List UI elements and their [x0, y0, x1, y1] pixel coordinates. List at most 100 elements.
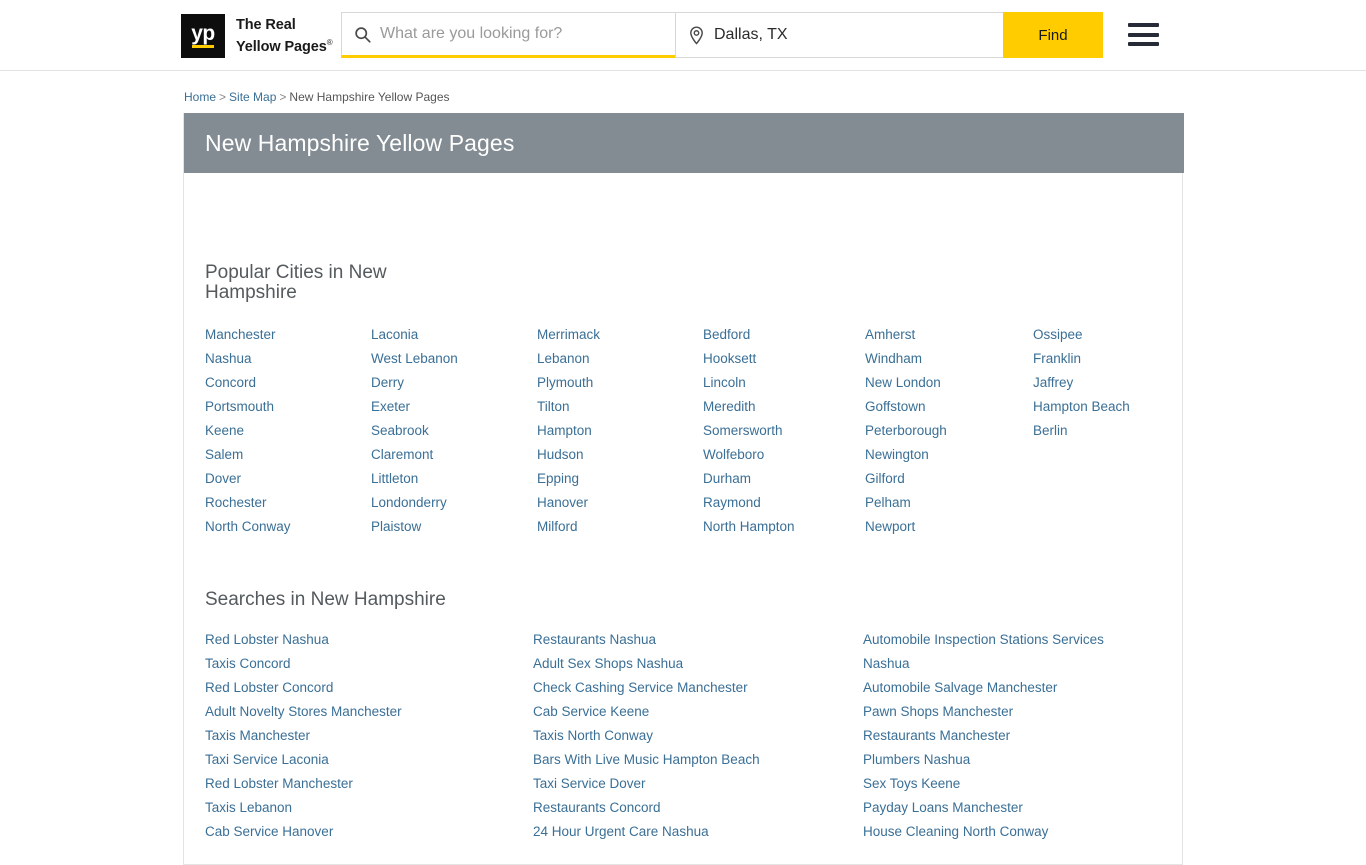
city-link[interactable]: Bedford	[703, 323, 865, 347]
city-link[interactable]: Hooksett	[703, 347, 865, 371]
city-link[interactable]: Plymouth	[537, 371, 703, 395]
city-link[interactable]: Lebanon	[537, 347, 703, 371]
city-link[interactable]: Seabrook	[371, 419, 537, 443]
city-link[interactable]: Meredith	[703, 395, 865, 419]
search-link[interactable]: Cab Service Keene	[533, 700, 863, 724]
search-column: Restaurants Nashua Adult Sex Shops Nashua…	[533, 628, 863, 844]
city-link[interactable]: Raymond	[703, 491, 865, 515]
search-link[interactable]: Bars With Live Music Hampton Beach	[533, 748, 863, 772]
city-link[interactable]: Littleton	[371, 467, 537, 491]
city-link[interactable]: Jaffrey	[1033, 371, 1163, 395]
location-input[interactable]	[710, 26, 1003, 44]
hamburger-bar-1	[1128, 23, 1159, 27]
city-link[interactable]: Epping	[537, 467, 703, 491]
city-link[interactable]: Hudson	[537, 443, 703, 467]
city-link[interactable]: Wolfeboro	[703, 443, 865, 467]
city-column: Manchester Nashua Concord Portsmouth Keene Sa…	[205, 323, 371, 539]
search-link[interactable]: Sex Toys Keene	[863, 772, 1163, 796]
city-link[interactable]: Windham	[865, 347, 1033, 371]
breadcrumb-separator-1: >	[219, 90, 227, 104]
city-link[interactable]: Hanover	[537, 491, 703, 515]
breadcrumb: Home > Site Map > New Hampshire Yellow Pages	[184, 90, 450, 105]
city-link[interactable]: Newington	[865, 443, 1033, 467]
city-link[interactable]: Dover	[205, 467, 371, 491]
city-link[interactable]: Amherst	[865, 323, 1033, 347]
search-link[interactable]: Taxis Concord	[205, 652, 533, 676]
search-link[interactable]: Taxi Service Dover	[533, 772, 863, 796]
city-link[interactable]: Londonderry	[371, 491, 537, 515]
search-link[interactable]: Red Lobster Nashua	[205, 628, 533, 652]
city-link[interactable]: Franklin	[1033, 347, 1163, 371]
city-link[interactable]: Merrimack	[537, 323, 703, 347]
city-link[interactable]: Concord	[205, 371, 371, 395]
city-link[interactable]: Nashua	[205, 347, 371, 371]
search-link[interactable]: House Cleaning North Conway	[863, 820, 1163, 844]
search-link[interactable]: Restaurants Concord	[533, 796, 863, 820]
search-link[interactable]: Red Lobster Manchester	[205, 772, 533, 796]
city-column: Merrimack Lebanon Plymouth Tilton Hampton Hud…	[537, 323, 703, 539]
city-link[interactable]: New London	[865, 371, 1033, 395]
city-link[interactable]: Hampton	[537, 419, 703, 443]
search-link[interactable]: Taxis Lebanon	[205, 796, 533, 820]
city-link[interactable]: Milford	[537, 515, 703, 539]
search-link[interactable]: Taxi Service Laconia	[205, 748, 533, 772]
breadcrumb-item-home[interactable]: Home	[184, 90, 216, 104]
city-column: Amherst Windham New London Goffstown Peterbo…	[865, 323, 1033, 539]
card-body: Popular Cities in New Hampshire Manchest…	[184, 173, 1182, 864]
search-link[interactable]: Plumbers Nashua	[863, 748, 1163, 772]
search-link[interactable]: Taxis North Conway	[533, 724, 863, 748]
city-link[interactable]: Goffstown	[865, 395, 1033, 419]
city-link[interactable]: Pelham	[865, 491, 1033, 515]
search-link[interactable]: Restaurants Nashua	[533, 628, 863, 652]
search-link[interactable]: Adult Sex Shops Nashua	[533, 652, 863, 676]
city-link[interactable]: North Conway	[205, 515, 371, 539]
searches-heading: Searches in New Hampshire	[205, 589, 446, 610]
search-link[interactable]: Taxis Manchester	[205, 724, 533, 748]
logo-line-1: The Real	[236, 16, 296, 33]
search-input[interactable]	[376, 25, 675, 43]
city-link[interactable]: West Lebanon	[371, 347, 537, 371]
city-link[interactable]: Portsmouth	[205, 395, 371, 419]
search-link[interactable]: Adult Novelty Stores Manchester	[205, 700, 533, 724]
city-link[interactable]: Keene	[205, 419, 371, 443]
search-link[interactable]: Restaurants Manchester	[863, 724, 1163, 748]
city-link[interactable]: Ossipee	[1033, 323, 1163, 347]
city-link[interactable]: Claremont	[371, 443, 537, 467]
city-link[interactable]: Derry	[371, 371, 537, 395]
city-link[interactable]: Durham	[703, 467, 865, 491]
city-link[interactable]: Laconia	[371, 323, 537, 347]
city-column: Laconia West Lebanon Derry Exeter Seabrook Cl…	[371, 323, 537, 539]
city-link[interactable]: Berlin	[1033, 419, 1163, 443]
city-link[interactable]: Manchester	[205, 323, 371, 347]
city-column: Bedford Hooksett Lincoln Meredith Somerswort…	[703, 323, 865, 539]
search-link[interactable]: Pawn Shops Manchester	[863, 700, 1163, 724]
city-link[interactable]: Hampton Beach	[1033, 395, 1163, 419]
search-link[interactable]: Cab Service Hanover	[205, 820, 533, 844]
city-link[interactable]: Peterborough	[865, 419, 1033, 443]
city-link[interactable]: Plaistow	[371, 515, 537, 539]
logo-line-2: Yellow Pages	[236, 38, 327, 55]
city-link[interactable]: Exeter	[371, 395, 537, 419]
breadcrumb-item-site-map[interactable]: Site Map	[229, 90, 276, 104]
location-field[interactable]	[675, 12, 1003, 58]
search-link[interactable]: Payday Loans Manchester	[863, 796, 1163, 820]
search-link[interactable]: 24 Hour Urgent Care Nashua	[533, 820, 863, 844]
search-link[interactable]: Automobile Inspection Stations Services …	[863, 628, 1163, 676]
city-link[interactable]: Salem	[205, 443, 371, 467]
city-link[interactable]: Tilton	[537, 395, 703, 419]
site-logo[interactable]: yp The Real Yellow Pages®	[181, 14, 333, 58]
search-link[interactable]: Red Lobster Concord	[205, 676, 533, 700]
find-button[interactable]: Find	[1003, 12, 1103, 58]
search-column: Automobile Inspection Stations Services …	[863, 628, 1163, 844]
yp-logo-underline	[192, 45, 214, 48]
city-link[interactable]: Rochester	[205, 491, 371, 515]
city-link[interactable]: Newport	[865, 515, 1033, 539]
city-link[interactable]: Lincoln	[703, 371, 865, 395]
search-what-field[interactable]	[341, 12, 675, 58]
city-link[interactable]: North Hampton	[703, 515, 865, 539]
hamburger-menu-icon[interactable]	[1128, 23, 1159, 46]
city-link[interactable]: Gilford	[865, 467, 1033, 491]
search-link[interactable]: Check Cashing Service Manchester	[533, 676, 863, 700]
city-link[interactable]: Somersworth	[703, 419, 865, 443]
search-link[interactable]: Automobile Salvage Manchester	[863, 676, 1163, 700]
